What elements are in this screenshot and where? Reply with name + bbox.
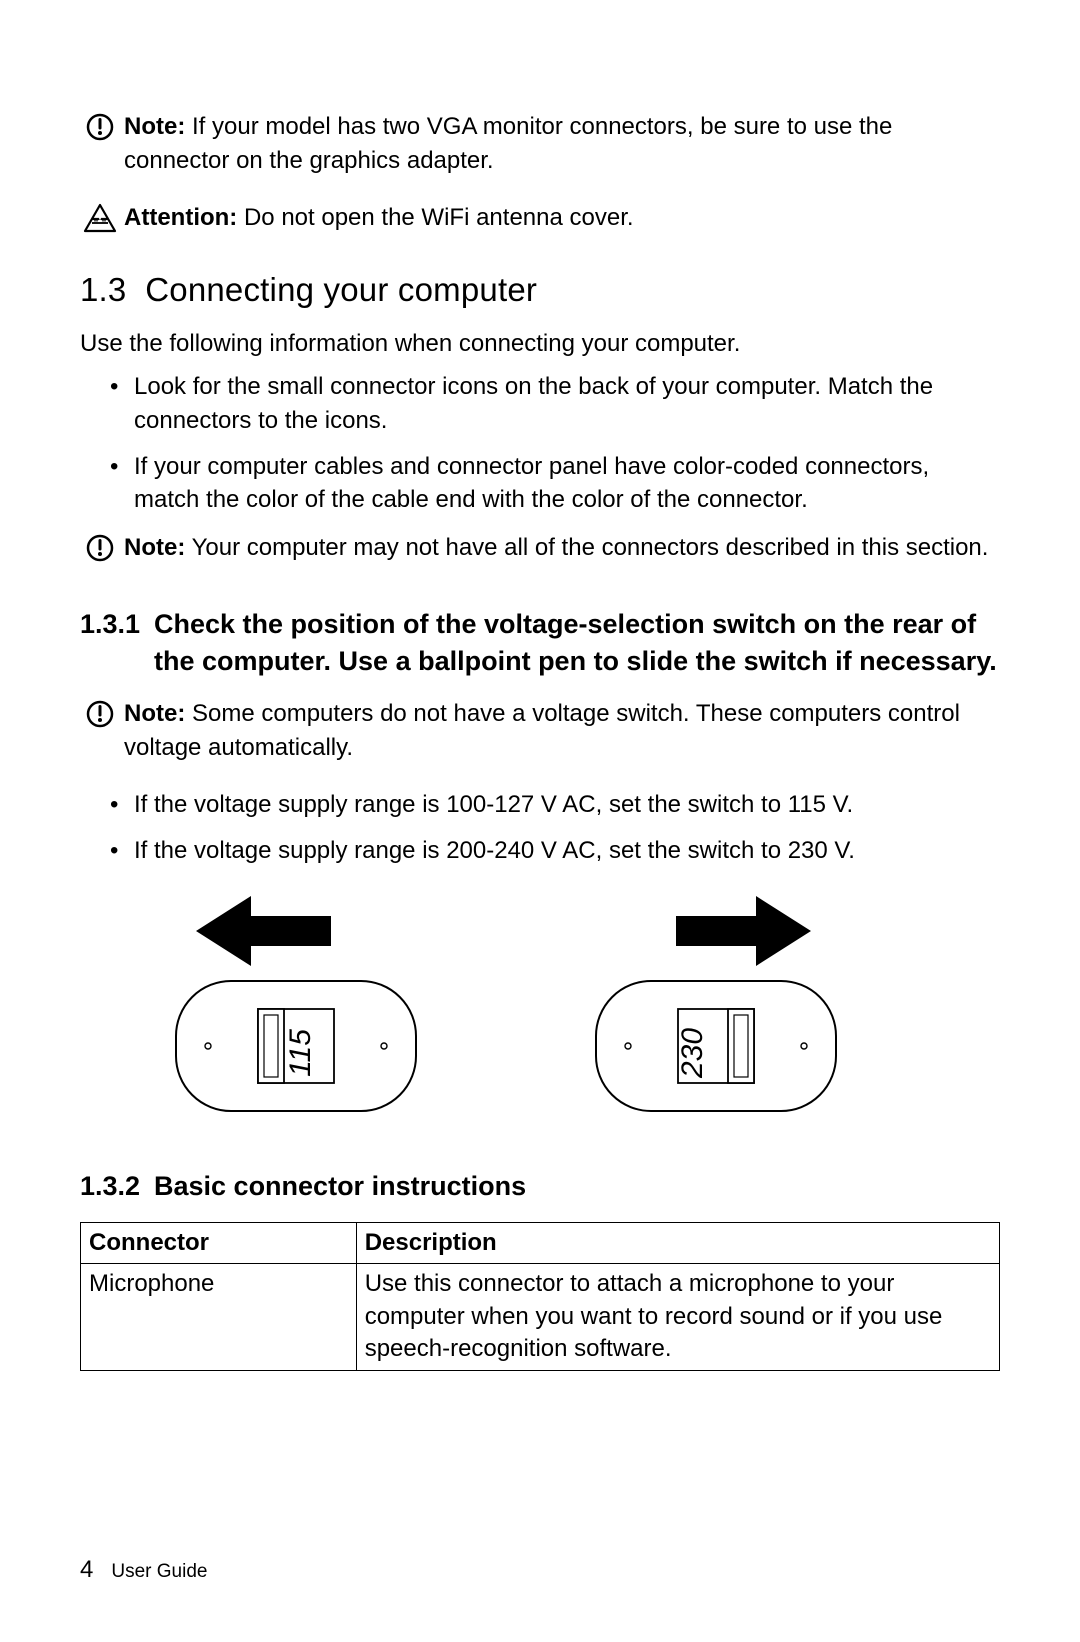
note-label: Note:	[124, 700, 185, 727]
note-voltage: Note: Some computers do not have a volta…	[80, 697, 1000, 764]
list-item: Look for the small connector icons on th…	[110, 370, 1000, 437]
page-footer: 4 User Guide	[80, 1556, 207, 1584]
attention-text: Do not open the WiFi antenna cover.	[237, 204, 633, 231]
page-number: 4	[80, 1556, 93, 1583]
subsection-heading-1: 1.3.1 Check the position of the voltage-…	[80, 606, 1000, 679]
attention-icon	[80, 201, 120, 233]
note-icon	[80, 110, 120, 142]
table-cell: Microphone	[81, 1264, 357, 1370]
voltage-switch-115: 115	[136, 886, 456, 1126]
note-icon	[80, 697, 120, 729]
doc-title: User Guide	[111, 1561, 207, 1582]
section-title: Connecting your computer	[145, 271, 537, 308]
subsection-number: 1.3.2	[80, 1168, 154, 1204]
note-text: If your model has two VGA monitor connec…	[124, 113, 892, 174]
voltage-switch-230: 230	[556, 886, 876, 1126]
table-cell: Use this connector to attach a microphon…	[356, 1264, 999, 1370]
section-heading: 1.3 Connecting your computer	[80, 271, 1000, 309]
list-item: If the voltage supply range is 100-127 V…	[110, 788, 1000, 822]
svg-text:115: 115	[284, 1028, 317, 1076]
note-label: Note:	[124, 534, 185, 561]
connector-table: Connector Description Microphone Use thi…	[80, 1222, 1000, 1371]
table-header: Connector	[81, 1223, 357, 1264]
attention-label: Attention:	[124, 204, 237, 231]
section-number: 1.3	[80, 271, 126, 308]
list-item: If your computer cables and connector pa…	[110, 450, 1000, 517]
bullet-list-a: Look for the small connector icons on th…	[80, 370, 1000, 516]
note-label: Note:	[124, 113, 185, 140]
page: Note: If your model has two VGA monitor …	[0, 0, 1080, 1642]
table-row: Microphone Use this connector to attach …	[81, 1264, 1000, 1370]
subsection-heading-2: 1.3.2 Basic connector instructions	[80, 1168, 1000, 1204]
section-intro: Use the following information when conne…	[80, 327, 1000, 361]
subsection-number: 1.3.1	[80, 606, 154, 679]
attention-wifi: Attention: Do not open the WiFi antenna …	[80, 201, 1000, 235]
list-item: If the voltage supply range is 200-240 V…	[110, 834, 1000, 868]
subsection-title: Basic connector instructions	[154, 1168, 1000, 1204]
note-text: Some computers do not have a voltage swi…	[124, 700, 960, 761]
note-connectors: Note: Your computer may not have all of …	[80, 531, 1000, 565]
note-text: Your computer may not have all of the co…	[185, 534, 988, 561]
note-vga: Note: If your model has two VGA monitor …	[80, 110, 1000, 177]
note-icon	[80, 531, 120, 563]
subsection-title: Check the position of the voltage-select…	[154, 606, 1000, 679]
table-header-row: Connector Description	[81, 1223, 1000, 1264]
bullet-list-b: If the voltage supply range is 100-127 V…	[80, 788, 1000, 867]
table-header: Description	[356, 1223, 999, 1264]
svg-text:230: 230	[676, 1027, 709, 1078]
voltage-switch-diagrams: 115 230	[136, 886, 1000, 1126]
